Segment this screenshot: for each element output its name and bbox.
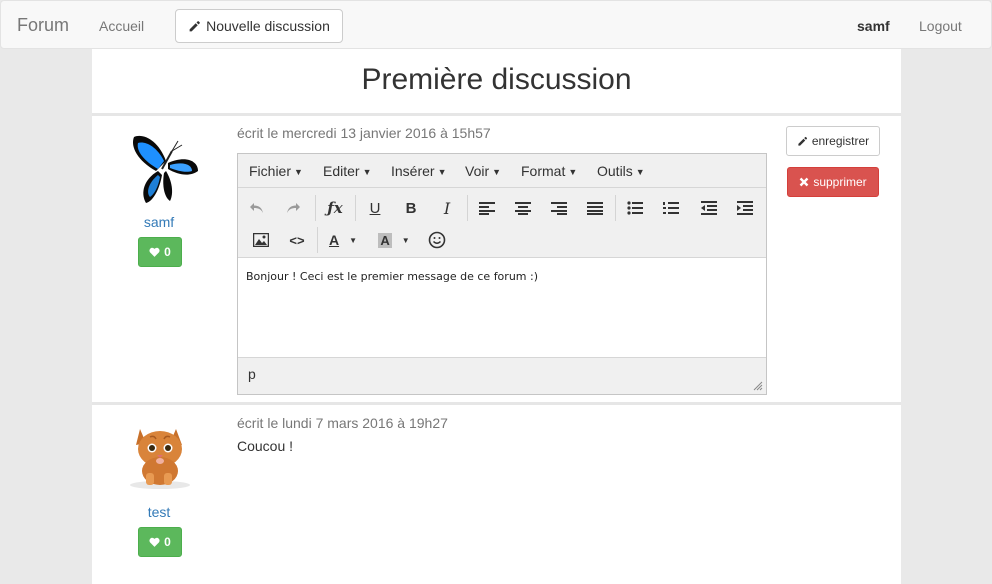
justify-icon[interactable] [582,195,608,221]
undo-icon[interactable] [244,195,270,221]
numbered-list-icon[interactable] [658,195,684,221]
butterfly-avatar [132,135,198,203]
delete-button[interactable]: supprimer [787,167,879,197]
redo-icon[interactable] [280,195,306,221]
delete-label: supprimer [813,175,867,189]
background-color-icon[interactable]: A ▼ [374,227,414,253]
like-count: 0 [164,535,171,549]
formula-icon[interactable]: ƒx [322,195,348,221]
divider [92,113,901,116]
navbar: Forum Accueil Nouvelle discussion samf L… [0,0,992,49]
bold-icon[interactable]: B [398,195,424,221]
text-color-icon[interactable]: A ▼ [324,227,362,253]
logout-link[interactable]: Logout [919,18,962,34]
rich-text-editor: Fichier ▼ Editer ▼ Insérer ▼ Voir ▼ Format ▼ … [237,153,767,395]
code-icon[interactable]: <> [284,227,310,253]
heart-icon [149,537,160,547]
align-left-icon[interactable] [474,195,500,221]
like-button[interactable]: 0 [138,237,182,267]
close-icon [799,177,809,187]
image-icon[interactable] [248,227,274,253]
pencil-icon [798,136,807,146]
heart-icon [149,247,160,257]
discussion-container: Première discussion samf 0 écrit le merc… [92,49,901,584]
post-author[interactable]: test [129,504,189,520]
indent-icon[interactable] [732,195,758,221]
nav-home-link[interactable]: Accueil [99,18,144,34]
editor-menubar: Fichier ▼ Editer ▼ Insérer ▼ Voir ▼ Format ▼ … [238,154,766,188]
pencil-icon [189,20,200,31]
outdent-icon[interactable] [696,195,722,221]
like-count: 0 [164,245,171,259]
save-button[interactable]: enregistrer [786,126,880,156]
post-author[interactable]: samf [129,214,189,230]
divider [92,402,901,405]
editor-content: Bonjour ! Ceci est le premier message de… [246,270,538,283]
editor-status-path: p [248,366,256,382]
menu-insert[interactable]: Insérer ▼ [391,163,447,179]
menu-format[interactable]: Format ▼ [521,163,577,179]
post-meta: écrit le lundi 7 mars 2016 à 19h27 [237,415,448,431]
save-label: enregistrer [811,134,870,148]
align-right-icon[interactable] [546,195,572,221]
editor-toolbar: ƒx U B I <> A ▼ A ▼ [238,189,766,257]
menu-edit[interactable]: Editer ▼ [323,163,372,179]
like-button[interactable]: 0 [138,527,182,557]
resize-handle-icon[interactable] [753,381,763,391]
menu-view[interactable]: Voir ▼ [465,163,501,179]
post-meta: écrit le mercredi 13 janvier 2016 à 15h5… [237,125,491,141]
editor-content-area[interactable]: Bonjour ! Ceci est le premier message de… [238,257,766,358]
post-text: Coucou ! [237,438,294,454]
underline-icon[interactable]: U [362,195,388,221]
menu-tools[interactable]: Outils ▼ [597,163,645,179]
new-discussion-label: Nouvelle discussion [206,18,330,34]
brand-link[interactable]: Forum [17,15,69,36]
page-title: Première discussion [361,63,632,96]
new-discussion-button[interactable]: Nouvelle discussion [175,9,343,43]
italic-icon[interactable]: I [434,195,460,221]
kitten-avatar [130,429,190,489]
menu-file[interactable]: Fichier ▼ [249,163,303,179]
emoticon-icon[interactable] [424,227,450,253]
nav-username[interactable]: samf [857,18,890,34]
align-center-icon[interactable] [510,195,536,221]
bullet-list-icon[interactable] [622,195,648,221]
